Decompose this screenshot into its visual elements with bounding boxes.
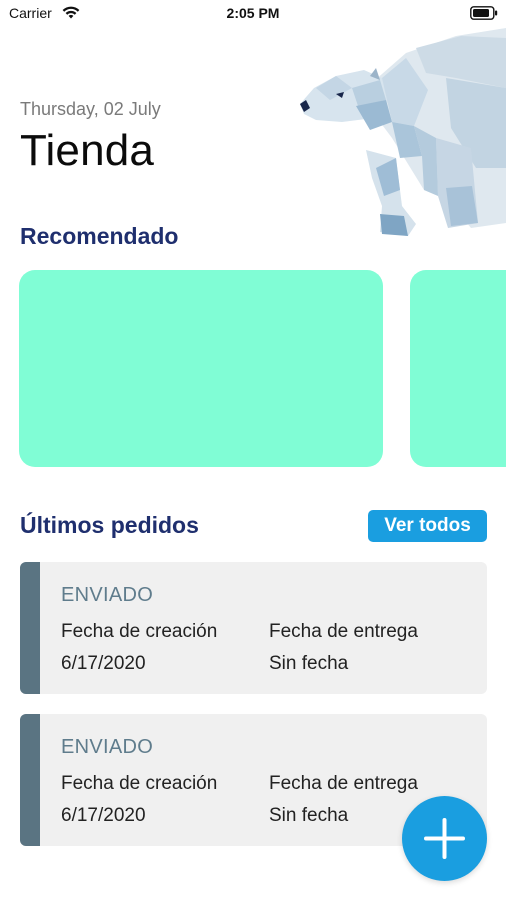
order-status-bar xyxy=(20,562,40,694)
delivery-date-label: Fecha de entrega xyxy=(269,621,418,642)
plus-icon xyxy=(424,818,465,859)
current-date: Thursday, 02 July xyxy=(20,99,161,119)
add-order-button[interactable] xyxy=(402,796,487,881)
order-status: ENVIADO xyxy=(61,584,154,606)
polar-bear-illustration xyxy=(300,28,506,236)
order-status: ENVIADO xyxy=(61,736,154,758)
created-date-label: Fecha de creación xyxy=(61,621,218,642)
recommended-carousel[interactable] xyxy=(0,270,506,470)
recent-orders-title: Últimos pedidos xyxy=(20,512,199,538)
created-date-value: 6/17/2020 xyxy=(61,805,146,826)
recommended-card[interactable] xyxy=(410,270,506,467)
created-date-label: Fecha de creación xyxy=(61,773,218,794)
delivery-date-value: Sin fecha xyxy=(269,653,349,674)
page-title: Tienda xyxy=(20,126,155,175)
created-date-value: 6/17/2020 xyxy=(61,653,146,674)
see-all-button[interactable]: Ver todos xyxy=(368,510,487,542)
order-card[interactable]: ENVIADO Fecha de creación 6/17/2020 Fech… xyxy=(20,562,487,694)
delivery-date-value: Sin fecha xyxy=(269,805,349,826)
order-status-bar xyxy=(20,714,40,846)
recommended-card[interactable] xyxy=(19,270,383,467)
recommended-section-title: Recomendado xyxy=(20,223,179,249)
delivery-date-label: Fecha de entrega xyxy=(269,773,418,794)
